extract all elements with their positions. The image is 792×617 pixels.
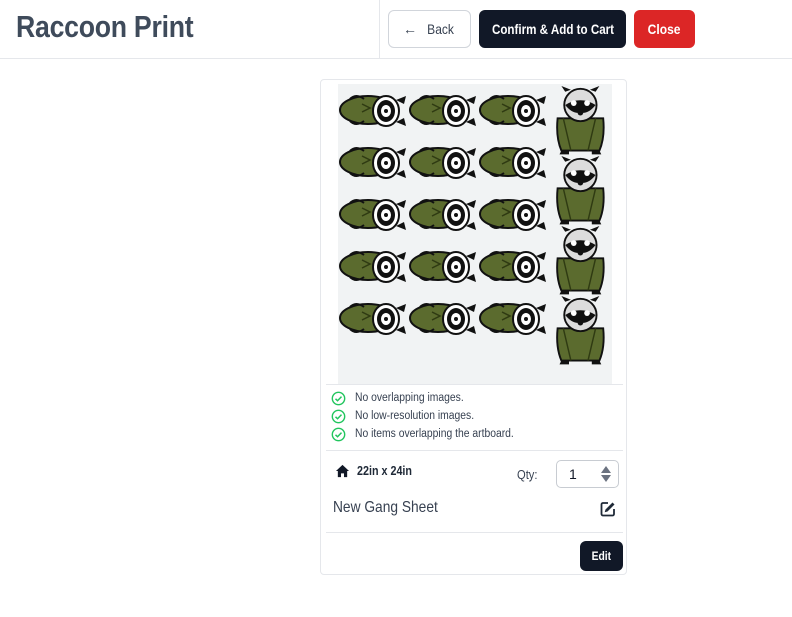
- raccoon-image[interactable]: [339, 199, 407, 231]
- back-button[interactable]: ← Back: [388, 10, 471, 48]
- raccoon-image[interactable]: [409, 303, 477, 335]
- sheet-name: New Gang Sheet: [333, 499, 455, 517]
- raccoon-image[interactable]: [556, 295, 605, 366]
- sheet-name-text: New Gang Sheet: [333, 499, 438, 516]
- raccoon-image[interactable]: [409, 251, 477, 283]
- check-label: No items overlapping the artboard.: [355, 428, 514, 440]
- confirm-add-to-cart-button[interactable]: Confirm & Add to Cart: [479, 10, 626, 48]
- decrement-arrow-icon[interactable]: [601, 475, 611, 482]
- raccoon-image[interactable]: [339, 303, 407, 335]
- artboard-preview[interactable]: [338, 84, 612, 384]
- check-label: No low-resolution images.: [355, 410, 475, 422]
- qty-label: Qty:: [517, 467, 541, 482]
- sheet-size: 22in x 24in: [335, 464, 421, 478]
- edit-button[interactable]: Edit: [580, 541, 623, 571]
- header-divider: [379, 0, 380, 58]
- raccoon-image[interactable]: [479, 251, 547, 283]
- check-item: No overlapping images.: [331, 390, 476, 406]
- raccoon-image[interactable]: [479, 303, 547, 335]
- divider: [326, 450, 623, 451]
- confirm-button-label: Confirm & Add to Cart: [491, 21, 614, 37]
- artboard-canvas: [339, 85, 605, 366]
- raccoon-image[interactable]: [339, 95, 407, 127]
- check-circle-icon: [331, 409, 346, 423]
- divider: [326, 384, 623, 385]
- raccoon-print-grid: [339, 85, 605, 366]
- edit-button-label: Edit: [591, 549, 612, 563]
- raccoon-image[interactable]: [556, 225, 605, 296]
- home-icon: [335, 464, 350, 478]
- raccoon-image[interactable]: [339, 147, 407, 179]
- raccoon-image[interactable]: [479, 95, 547, 127]
- raccoon-image[interactable]: [339, 251, 407, 283]
- gang-sheet-card: No overlapping images. No low-resolution…: [320, 79, 627, 575]
- check-circle-icon: [331, 391, 346, 405]
- check-label: No overlapping images.: [355, 392, 464, 404]
- close-button-label: Close: [648, 21, 681, 37]
- raccoon-image[interactable]: [409, 147, 477, 179]
- sheet-size-text: 22in x 24in: [357, 464, 412, 478]
- top-bar: Raccoon Print ← Back Confirm & Add to Ca…: [0, 0, 792, 59]
- raccoon-image[interactable]: [556, 155, 605, 226]
- back-button-label: Back: [427, 21, 454, 37]
- raccoon-image[interactable]: [479, 147, 547, 179]
- raccoon-image[interactable]: [409, 95, 477, 127]
- quantity-stepper[interactable]: 1: [556, 460, 619, 488]
- left-arrow-icon: ←: [402, 21, 417, 37]
- qty-label-text: Qty:: [517, 467, 538, 482]
- raccoon-image[interactable]: [409, 199, 477, 231]
- close-button[interactable]: Close: [634, 10, 695, 48]
- edit-square-icon[interactable]: [599, 500, 617, 518]
- quantity-value: 1: [569, 466, 577, 482]
- raccoon-image[interactable]: [479, 199, 547, 231]
- check-item: No low-resolution images.: [331, 408, 487, 424]
- check-item: No items overlapping the artboard.: [331, 426, 531, 442]
- increment-arrow-icon[interactable]: [601, 466, 611, 473]
- divider: [326, 532, 623, 533]
- app-title: Raccoon Print: [16, 9, 194, 44]
- raccoon-image[interactable]: [556, 85, 605, 156]
- check-circle-icon: [331, 427, 346, 441]
